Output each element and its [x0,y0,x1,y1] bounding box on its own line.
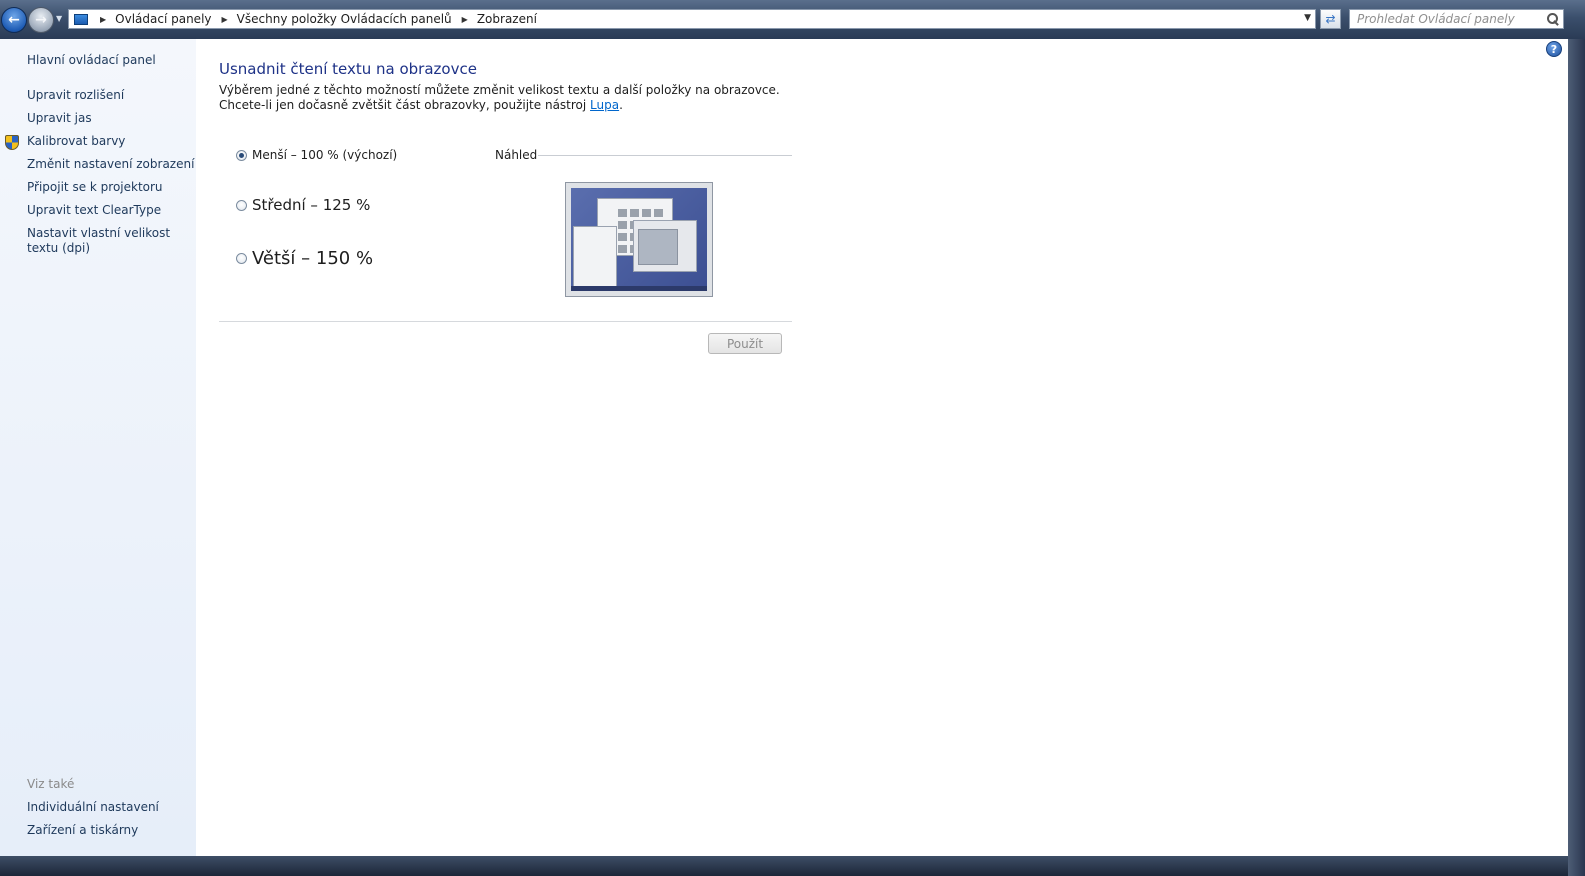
magnifier-link[interactable]: Lupa [590,98,619,112]
sidebar-item-projector[interactable]: Připojit se k projektoru [27,180,163,195]
search-input[interactable] [1350,11,1544,27]
refresh-icon: ⇄ [1325,12,1336,26]
window-frame-right [1568,39,1585,876]
address-dropdown-icon[interactable]: ▼ [1304,13,1311,23]
option-small-label: Menší – 100 % (výchozí) [252,148,398,162]
arrow-left-icon: ← [8,12,20,28]
option-large[interactable]: Větší – 150 % [236,248,373,269]
description-after: . [619,98,623,112]
preview-screen [571,188,707,291]
refresh-button[interactable]: ⇄ [1320,9,1341,29]
sidebar-item-display-settings[interactable]: Změnit nastavení zobrazení [27,157,194,172]
sidebar-item-cleartype[interactable]: Upravit text ClearType [27,203,161,218]
option-medium-label: Střední – 125 % [252,196,371,214]
search-icon[interactable] [1544,11,1560,27]
radio-large[interactable] [236,253,247,264]
forward-button[interactable]: → [28,7,54,33]
preview-label: Náhled [495,148,538,162]
shield-icon [5,135,19,150]
back-button[interactable]: ← [1,7,27,33]
see-also-devices-printers[interactable]: Zařízení a tiskárny [27,823,138,838]
see-also-heading: Viz také [27,777,75,791]
option-small[interactable]: Menší – 100 % (výchozí) [236,148,397,162]
history-dropdown-icon[interactable]: ▼ [56,14,62,23]
page-title: Usnadnit čtení textu na obrazovce [219,60,477,78]
preview-window-list [573,226,617,288]
chevron-right-icon[interactable]: ▶ [100,15,106,24]
description-text: Výběrem jedné z těchto možností můžete z… [219,83,789,113]
window-frame-bottom [0,856,1568,876]
arrow-right-icon: → [35,12,47,28]
address-toolbar: ← → ▼ ▶ Ovládací panely ▶ Všechny položk… [0,0,1585,39]
sidebar: Hlavní ovládací panel Upravit rozlišení … [0,39,196,856]
preview-divider [538,155,792,156]
preview-taskbar [571,286,707,291]
content-divider [219,321,792,322]
description-before: Výběrem jedné z těchto možností můžete z… [219,83,780,112]
see-also-personalization[interactable]: Individuální nastavení [27,800,159,815]
sidebar-item-custom-dpi[interactable]: Nastavit vlastní velikost textu (dpi) [27,226,187,256]
breadcrumb-control-panel[interactable]: Ovládací panely [115,12,211,26]
control-panel-window: Hlavní ovládací panel Upravit rozlišení … [0,39,1568,856]
search-box[interactable] [1349,9,1564,29]
radio-small[interactable] [236,149,247,161]
sidebar-main-link[interactable]: Hlavní ovládací panel [27,53,156,68]
sidebar-item-brightness[interactable]: Upravit jas [27,111,92,126]
chevron-right-icon[interactable]: ▶ [222,15,228,24]
breadcrumb-display[interactable]: Zobrazení [477,12,537,26]
chevron-right-icon[interactable]: ▶ [462,15,468,24]
radio-medium[interactable] [236,199,247,211]
preview-image [565,182,713,297]
option-medium[interactable]: Střední – 125 % [236,196,370,214]
sidebar-item-resolution[interactable]: Upravit rozlišení [27,88,124,103]
help-icon[interactable]: ? [1546,41,1562,57]
sidebar-item-calibrate[interactable]: Kalibrovat barvy [27,134,125,149]
apply-button[interactable]: Použít [708,333,782,354]
breadcrumb-all-items[interactable]: Všechny položky Ovládacích panelů [237,12,452,26]
preview-window-front [633,220,697,272]
option-large-label: Větší – 150 % [252,248,374,269]
address-bar[interactable]: ▶ Ovládací panely ▶ Všechny položky Ovlá… [68,9,1316,29]
control-panel-icon [74,13,88,25]
